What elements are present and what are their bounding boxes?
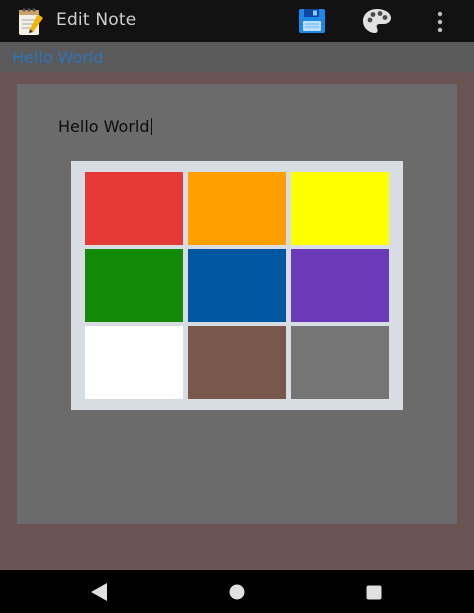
overflow-menu-icon[interactable] (432, 10, 448, 34)
color-swatch-gray[interactable] (291, 326, 389, 399)
color-swatch-red[interactable] (85, 172, 183, 245)
screen: Edit Note Hello World Hello World (0, 0, 474, 613)
color-swatch-brown[interactable] (188, 326, 286, 399)
color-swatch-white[interactable] (85, 326, 183, 399)
color-swatch-green[interactable] (85, 249, 183, 322)
note-body-text: Hello World (58, 117, 150, 136)
color-swatch-purple[interactable] (291, 249, 389, 322)
recents-square-icon[interactable] (366, 585, 382, 600)
app-bar: Edit Note (0, 0, 474, 42)
color-picker-dialog (71, 161, 403, 410)
note-body-editor[interactable]: Hello World (58, 117, 152, 136)
note-title-bar: Hello World (0, 42, 474, 72)
color-swatch-orange[interactable] (188, 172, 286, 245)
home-circle-icon[interactable] (229, 584, 245, 600)
app-title: Edit Note (56, 10, 137, 30)
text-cursor (150, 118, 152, 135)
floppy-disk-icon[interactable] (297, 8, 327, 34)
palette-icon[interactable] (362, 8, 392, 34)
color-swatch-blue[interactable] (188, 249, 286, 322)
note-title[interactable]: Hello World (12, 48, 104, 67)
notepad-pencil-icon (19, 8, 43, 35)
color-swatch-yellow[interactable] (291, 172, 389, 245)
back-triangle-icon[interactable] (90, 582, 108, 602)
